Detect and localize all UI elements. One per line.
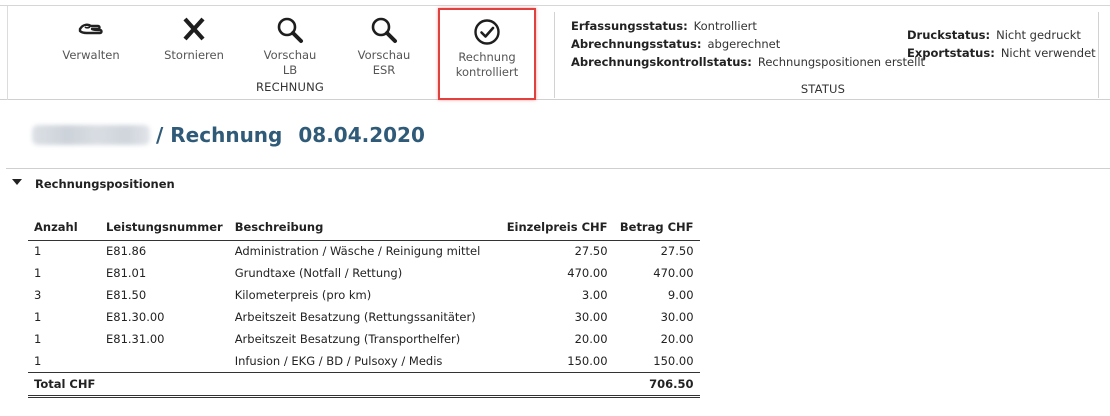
cell-anzahl: 1 bbox=[34, 310, 42, 324]
group-label-rechnung: RECHNUNG bbox=[255, 80, 325, 94]
table-header-row: Anzahl Leistungsnummer Beschreibung Einz… bbox=[28, 214, 700, 241]
ribbon-left-edge bbox=[7, 6, 8, 100]
ribbon-toolbar: Verwalten Stornieren Vorschau LB Vorscha… bbox=[0, 6, 1110, 100]
cell-anzahl: 1 bbox=[34, 332, 42, 346]
cell-nummer: E81.30.00 bbox=[106, 310, 165, 324]
caret-down-icon[interactable] bbox=[12, 179, 22, 185]
redacted-patient-name bbox=[32, 125, 150, 145]
status-erfassung-value: Kontrolliert bbox=[693, 19, 757, 33]
header-beschreibung: Beschreibung bbox=[228, 214, 501, 241]
status-erfassung-label: Erfassungsstatus: bbox=[571, 19, 688, 33]
cell-beschreibung: Administration / Wäsche / Reinigung mitt… bbox=[234, 244, 481, 259]
group-label-status: STATUS bbox=[800, 82, 846, 96]
cell-beschreibung: Kilometerpreis (pro km) bbox=[234, 288, 372, 302]
vorschau-esr-label-1: Vorschau bbox=[357, 48, 411, 62]
close-icon bbox=[179, 16, 209, 44]
cell-einzelpreis: 150.00 bbox=[567, 353, 608, 368]
cell-beschreibung: Arbeitszeit Besatzung (Transporthelfer) bbox=[234, 332, 461, 346]
header-leistungsnummer: Leistungsnummer bbox=[100, 214, 229, 241]
status-erfassung: Erfassungsstatus: Kontrolliert bbox=[571, 19, 757, 33]
cell-anzahl: 1 bbox=[34, 353, 42, 368]
section-rechnungspositionen-header[interactable]: Rechnungspositionen bbox=[6, 168, 1110, 194]
section-title: Rechnungspositionen bbox=[35, 177, 175, 191]
table-row: 1 E81.86 Administration / Wäsche / Reini… bbox=[28, 240, 700, 262]
kontrolliert-label-1: Rechnung bbox=[458, 50, 516, 64]
check-circle-icon bbox=[472, 18, 502, 46]
cell-nummer: E81.50 bbox=[106, 288, 147, 302]
header-anzahl: Anzahl bbox=[28, 214, 100, 241]
cell-beschreibung: Arbeitszeit Besatzung (Rettungssanitäter… bbox=[234, 310, 476, 324]
verwalten-label: Verwalten bbox=[62, 48, 120, 62]
status-export-value: Nicht verwendet bbox=[1000, 46, 1096, 60]
status-export-label: Exportstatus: bbox=[907, 46, 995, 60]
cell-anzahl: 1 bbox=[34, 266, 42, 280]
table-row: 1 E81.30.00 Arbeitszeit Besatzung (Rettu… bbox=[28, 306, 700, 328]
status-abrechnung: Abrechnungsstatus: abgerechnet bbox=[571, 37, 780, 51]
cell-betrag: 150.00 bbox=[653, 353, 694, 368]
cell-nummer: E81.86 bbox=[106, 244, 147, 259]
cell-einzelpreis: 3.00 bbox=[581, 288, 608, 302]
cell-anzahl: 3 bbox=[34, 288, 42, 302]
cell-betrag: 470.00 bbox=[653, 266, 694, 280]
table-total-row: Total CHF 706.50 bbox=[28, 371, 700, 398]
cell-beschreibung: Grundtaxe (Notfall / Rettung) bbox=[234, 266, 403, 280]
status-abrechnungskontrolle-label: Abrechnungskontrollstatus: bbox=[571, 55, 752, 69]
header-einzelpreis: Einzelpreis CHF bbox=[500, 214, 614, 241]
cell-nummer: E81.01 bbox=[106, 266, 147, 280]
cell-einzelpreis: 470.00 bbox=[567, 266, 608, 280]
search-icon bbox=[369, 16, 399, 44]
verwalten-button[interactable]: Verwalten bbox=[56, 6, 126, 100]
status-abrechnung-label: Abrechnungsstatus: bbox=[571, 37, 702, 51]
status-druck-label: Druckstatus: bbox=[907, 28, 991, 42]
cell-nummer bbox=[100, 350, 229, 372]
ribbon-separator bbox=[554, 12, 555, 98]
status-export: Exportstatus: Nicht verwendet bbox=[907, 46, 1096, 60]
cell-betrag: 27.50 bbox=[660, 244, 694, 259]
stornieren-button[interactable]: Stornieren bbox=[158, 6, 230, 100]
positions-table: Anzahl Leistungsnummer Beschreibung Einz… bbox=[28, 214, 700, 398]
cell-beschreibung: Infusion / EKG / BD / Pulsoxy / Medis bbox=[234, 353, 443, 368]
rechnung-kontrolliert-button[interactable]: Rechnung kontrolliert bbox=[438, 8, 536, 100]
cell-einzelpreis: 20.00 bbox=[574, 332, 608, 346]
status-abrechnungskontrolle: Abrechnungskontrollstatus: Rechnungsposit… bbox=[571, 55, 925, 69]
table-row: 1 Infusion / EKG / BD / Pulsoxy / Medis … bbox=[28, 350, 700, 372]
vorschau-lb-label-1: Vorschau bbox=[263, 48, 317, 62]
table-row: 1 E81.01 Grundtaxe (Notfall / Rettung) 4… bbox=[28, 262, 700, 284]
page-title-text: / Rechnung bbox=[156, 123, 283, 147]
status-druck-value: Nicht gedruckt bbox=[996, 28, 1081, 42]
table-row: 1 E81.31.00 Arbeitszeit Besatzung (Trans… bbox=[28, 328, 700, 350]
total-value: 706.50 bbox=[613, 371, 700, 398]
cell-nummer: E81.31.00 bbox=[106, 332, 165, 346]
page-title-date: 08.04.2020 bbox=[298, 123, 425, 147]
cell-einzelpreis: 27.50 bbox=[574, 244, 608, 259]
status-druck: Druckstatus: Nicht gedruckt bbox=[907, 28, 1081, 42]
table-row: 3 E81.50 Kilometerpreis (pro km) 3.00 9.… bbox=[28, 284, 700, 306]
status-abrechnung-value: abgerechnet bbox=[707, 37, 781, 51]
cell-betrag: 30.00 bbox=[660, 310, 694, 324]
vorschau-esr-label-2: ESR bbox=[372, 63, 396, 77]
vorschau-lb-label-2: LB bbox=[282, 63, 298, 77]
cell-einzelpreis: 30.00 bbox=[574, 310, 608, 324]
vorschau-esr-button[interactable]: Vorschau ESR bbox=[349, 6, 419, 100]
total-label: Total CHF bbox=[28, 371, 614, 398]
cell-betrag: 9.00 bbox=[667, 288, 694, 302]
page-title: / Rechnung 08.04.2020 bbox=[32, 123, 425, 147]
kontrolliert-label-2: kontrolliert bbox=[455, 65, 519, 79]
manage-hand-icon bbox=[76, 16, 106, 44]
status-abrechnungskontrolle-value: Rechnungspositionen erstellt bbox=[757, 55, 926, 69]
search-icon bbox=[275, 16, 305, 44]
cell-anzahl: 1 bbox=[34, 244, 42, 259]
cell-betrag: 20.00 bbox=[660, 332, 694, 346]
stornieren-label: Stornieren bbox=[164, 48, 224, 62]
header-betrag: Betrag CHF bbox=[613, 214, 700, 241]
ribbon-separator-right bbox=[1098, 12, 1099, 98]
